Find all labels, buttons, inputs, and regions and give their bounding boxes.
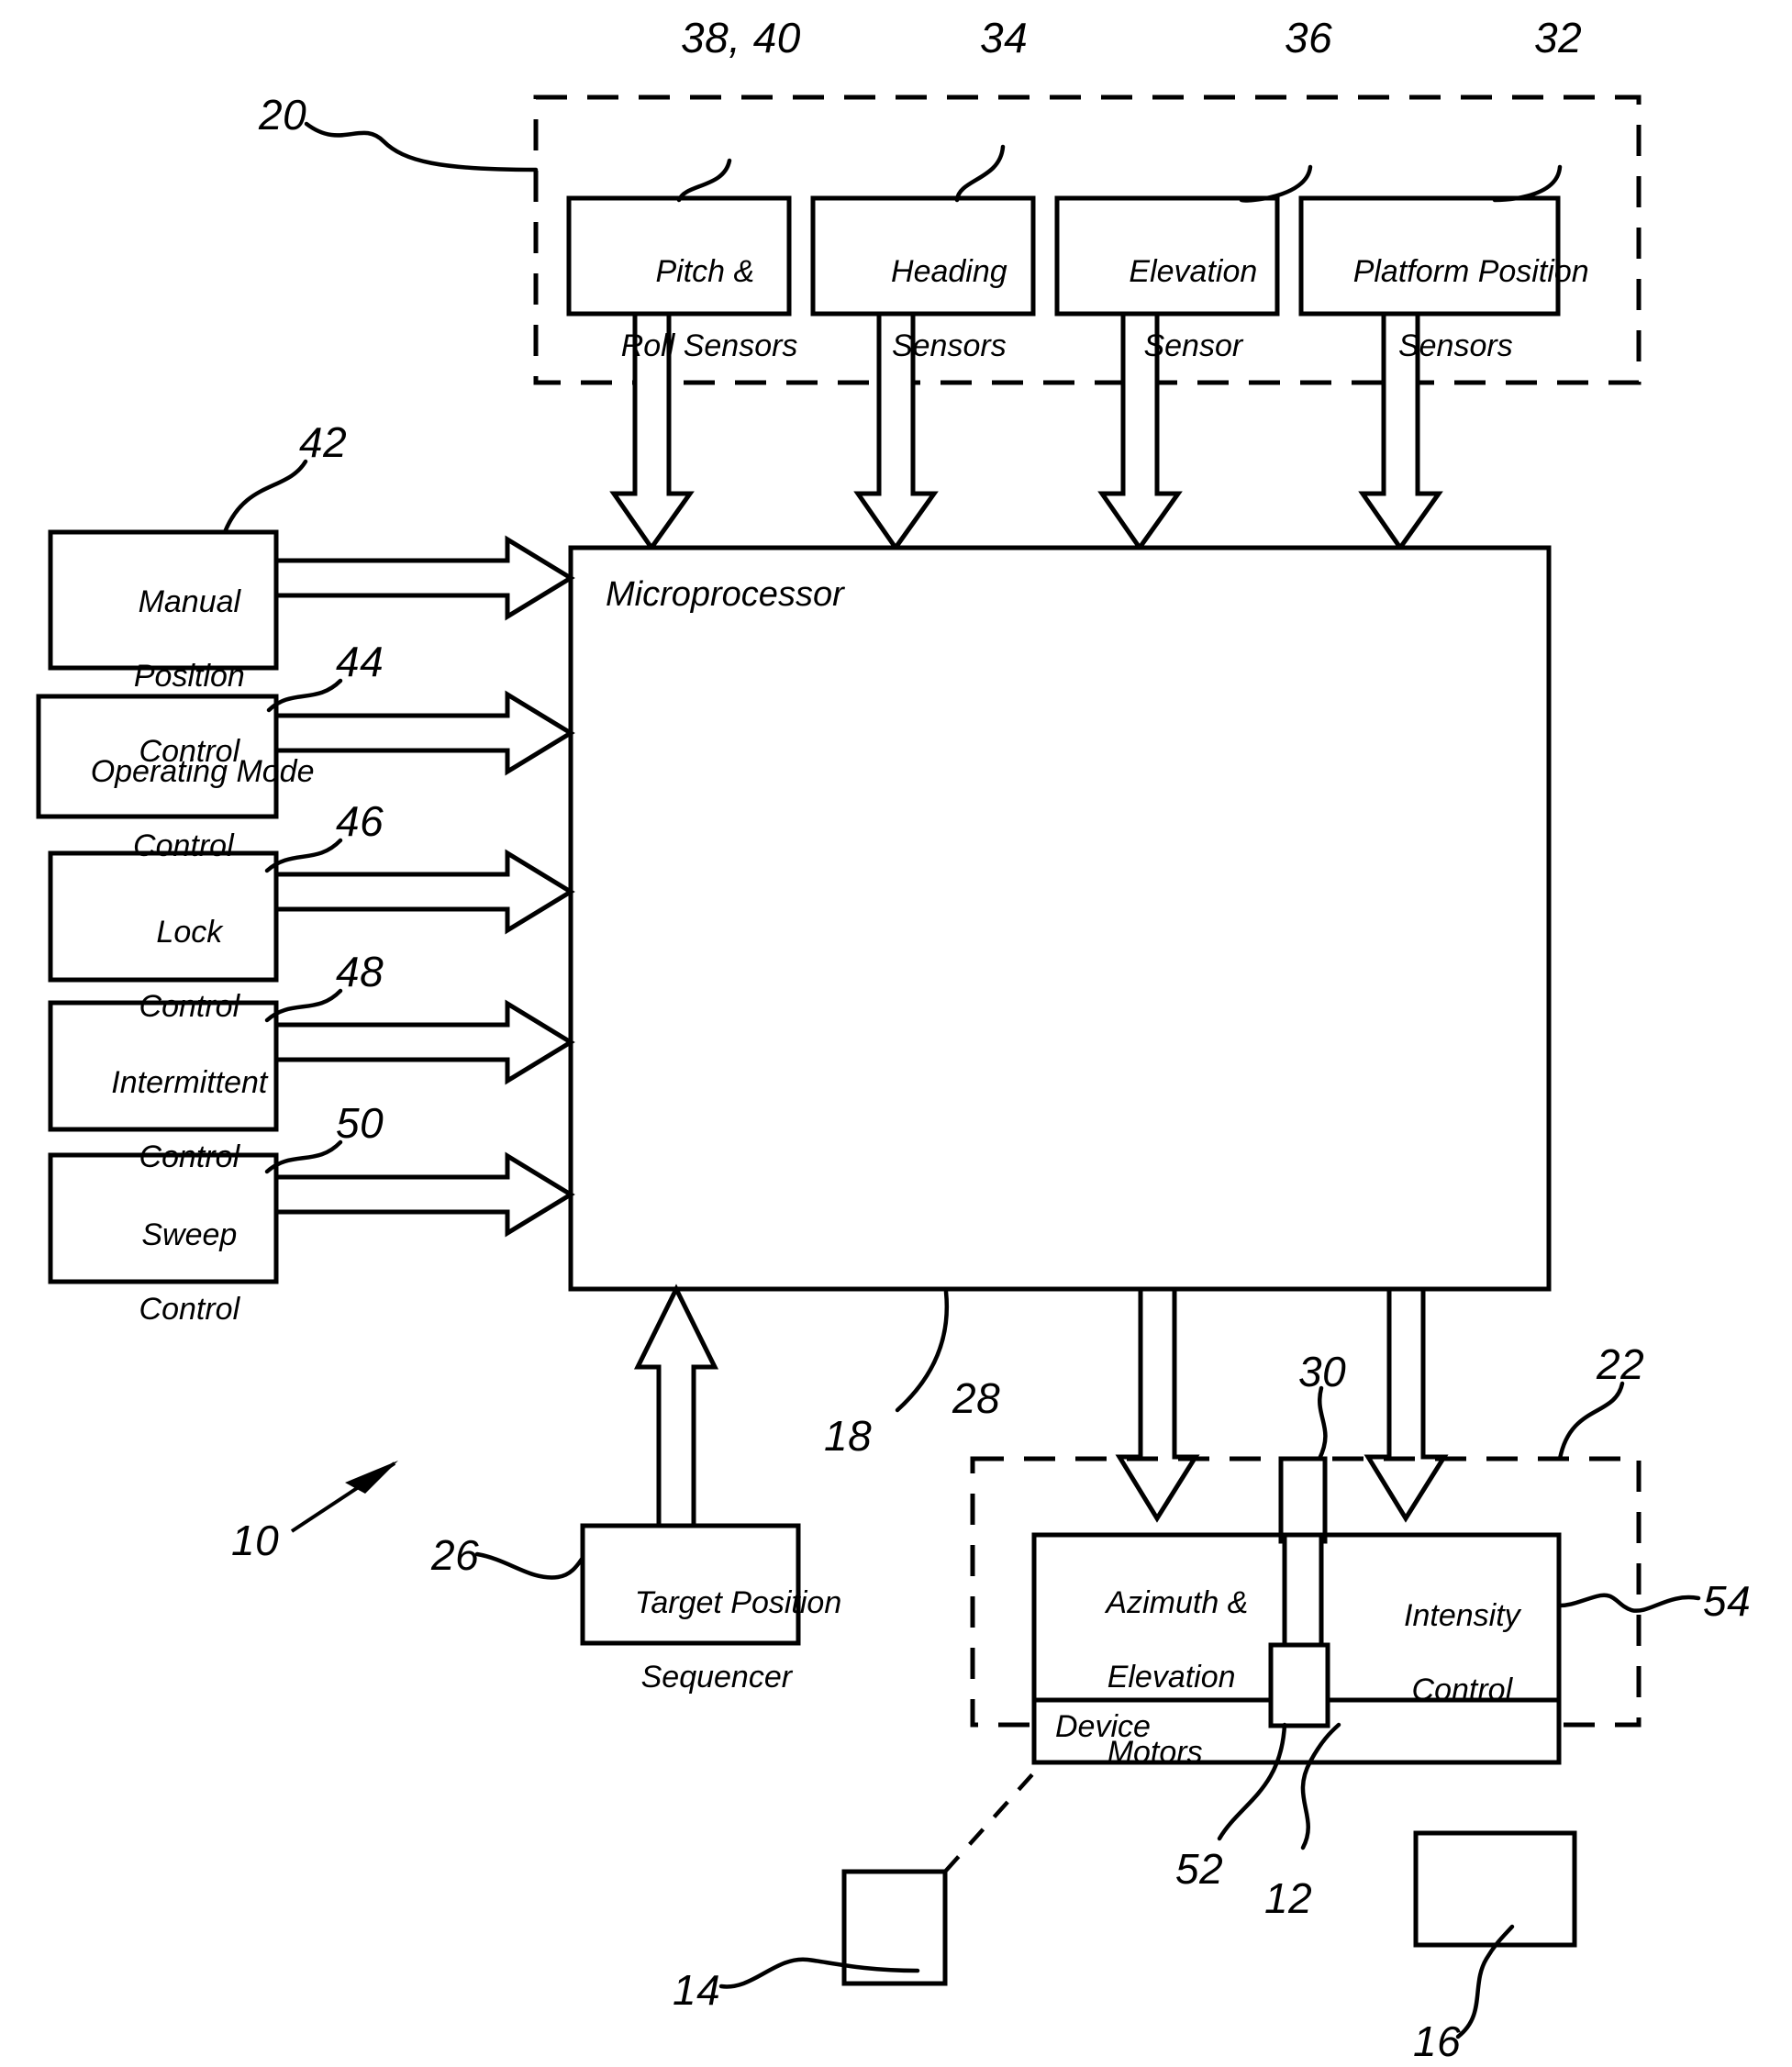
leader-26: [474, 1551, 585, 1580]
elevation-sensor-box: [1054, 195, 1280, 317]
leader-22: [1557, 1381, 1625, 1461]
pitch-roll-sensors-box: [566, 195, 792, 317]
sweep-control-box: [48, 1152, 279, 1284]
sensor-arrow-4: [1358, 311, 1443, 552]
intermittent-control-box: [48, 1000, 279, 1132]
target-position-sequencer-box: [580, 1523, 801, 1646]
control-arrow-intermittent: [273, 999, 575, 1085]
control-arrow-mode: [273, 690, 575, 776]
overall-system-arrow: [290, 1461, 398, 1533]
lock-control-box: [48, 850, 279, 983]
leader-34: [954, 144, 1006, 203]
leader-44: [266, 678, 343, 713]
figure-canvas: [36, 94, 1701, 2039]
sequencer-up-arrow: [633, 1284, 719, 1528]
operating-mode-control-box: [36, 694, 279, 819]
control-arrow-lock: [273, 849, 575, 935]
leader-18: [895, 1289, 950, 1413]
manual-position-control-box: [48, 529, 279, 671]
leader-30: [1317, 1385, 1328, 1461]
sensor-arrow-3: [1097, 311, 1183, 552]
leader-20: [304, 121, 539, 172]
leader-36: [1239, 164, 1313, 203]
block-16-box: [1413, 1830, 1577, 1948]
device-arrow-intensity: [1363, 1286, 1449, 1523]
leader-38-40: [676, 158, 732, 203]
device-to-block-14-dashed-link: [943, 1771, 1036, 1873]
device-arrow-motors: [1115, 1286, 1200, 1523]
sensor-arrow-2: [853, 311, 939, 552]
microprocessor-box: [568, 545, 1552, 1292]
platform-position-sensors-box: [1298, 195, 1561, 317]
control-arrow-sweep: [273, 1151, 575, 1238]
leader-54: [1557, 1593, 1701, 1613]
leader-32: [1492, 164, 1563, 203]
leader-42: [222, 459, 308, 535]
shaft-upper-rect: [1278, 1456, 1328, 1544]
patent-figure: 20 38, 40 34 36 32 Pitch & Roll Sensors …: [0, 0, 1792, 2067]
sensor-arrow-1: [609, 311, 695, 552]
heading-sensors-box: [810, 195, 1036, 317]
azimuth-elevation-motors-box: [1031, 1532, 1303, 1703]
intensity-control-box: [1297, 1532, 1562, 1703]
shaft-lower-rect: [1268, 1642, 1330, 1728]
control-arrow-manual: [273, 535, 575, 621]
